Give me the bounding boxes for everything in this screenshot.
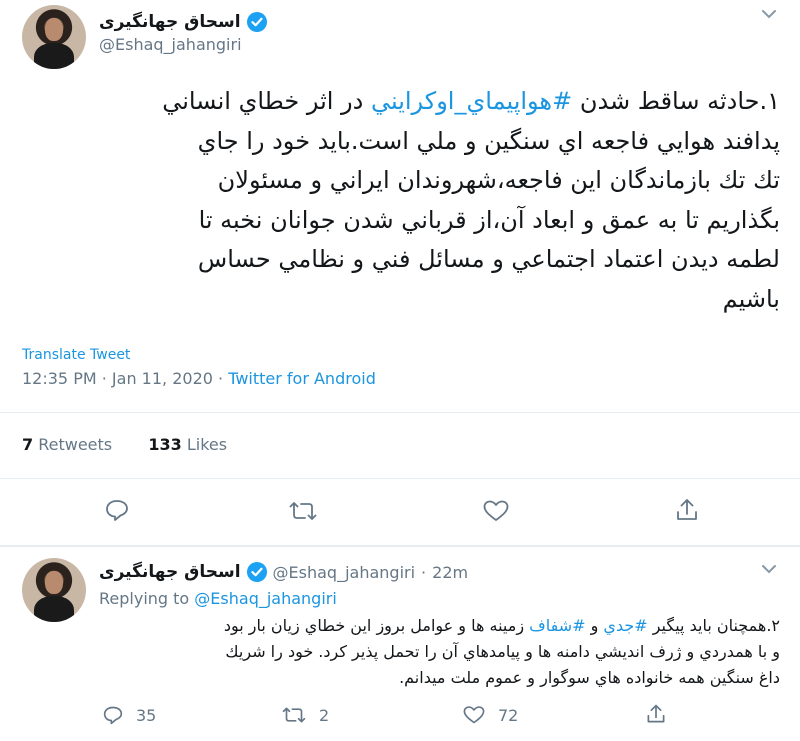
retweet-icon <box>281 705 307 725</box>
share-icon[interactable] <box>645 703 667 725</box>
author-name[interactable]: اسحاق جهانگیری <box>99 12 241 32</box>
reply-author-name[interactable]: اسحاق جهانگیری <box>99 562 241 582</box>
tweet-date[interactable]: Jan 11, 2020 <box>112 369 213 388</box>
reply-line: و با همدردي و ژرف انديشي دامنه ها و پيام… <box>225 642 780 661</box>
like-count: 72 <box>498 705 519 725</box>
divider <box>0 545 800 547</box>
engagement-stats: 7 Retweets 133 Likes <box>22 435 227 454</box>
share-icon[interactable] <box>674 497 700 523</box>
likes-count: 133 <box>148 435 182 454</box>
tweet-line: لطمه ديدن اعتماد اجتماعي و مسائل فني و ن… <box>197 245 780 273</box>
tweet-text: ۱.حادثه ساقط شدن #هواپيماي_اوكرايني در ا… <box>22 82 780 319</box>
tweet-source-link[interactable]: Twitter for Android <box>228 369 376 388</box>
reply-header: اسحاق جهانگیری @Eshaq_jahangiri · 22m <box>99 560 468 584</box>
tweet-text-segment: در اثر خطاي انساني <box>162 87 371 115</box>
replying-to: Replying to @Eshaq_jahangiri <box>99 589 337 608</box>
reply-count: 35 <box>136 705 157 725</box>
divider <box>0 478 800 479</box>
reply-author-avatar[interactable] <box>22 558 86 622</box>
chevron-down-icon[interactable] <box>760 8 778 20</box>
reply-text-segment: ۲.همچنان بايد پيگير <box>647 616 780 635</box>
tweet-line: باشيم <box>722 284 780 313</box>
reply-line: ۲.همچنان بايد پيگير #جدي و #شفاف زمينه ه… <box>99 613 780 639</box>
like-icon <box>462 705 486 725</box>
reply-action[interactable]: 35 <box>102 705 156 725</box>
reply-text-segment: زمينه ها و عوامل بروز اين خطاي زيان بار … <box>223 616 530 635</box>
avatar-face <box>45 17 63 41</box>
hashtag-link[interactable]: #شفاف <box>529 616 585 635</box>
tweet-line: ۱.حادثه ساقط شدن #هواپيماي_اوكرايني در ا… <box>22 82 780 122</box>
likes-label: Likes <box>186 435 228 454</box>
retweets-count: 7 <box>22 435 34 454</box>
translate-tweet-link[interactable]: Translate Tweet <box>22 347 130 363</box>
hashtag-link[interactable]: #جدي <box>603 616 647 635</box>
verified-badge-icon <box>246 12 267 32</box>
reply-text-segment: و <box>585 616 604 635</box>
retweet-icon[interactable] <box>288 499 318 523</box>
replying-to-handle[interactable]: @Eshaq_jahangiri <box>194 589 337 608</box>
replying-to-label: Replying to <box>99 589 190 608</box>
tweet-meta: 12:35 PM · Jan 11, 2020 · Twitter for An… <box>22 369 376 388</box>
retweet-count: 2 <box>319 705 330 725</box>
author-avatar[interactable] <box>22 5 86 69</box>
reply-text: ۲.همچنان بايد پيگير #جدي و #شفاف زمينه ه… <box>99 613 780 691</box>
chevron-down-icon[interactable] <box>760 563 778 575</box>
tweet-text-segment: ۱.حادثه ساقط شدن <box>572 87 780 115</box>
like-icon[interactable] <box>482 499 510 523</box>
author-handle[interactable]: @Eshaq_jahangiri <box>99 35 242 54</box>
meta-separator: · <box>421 562 427 582</box>
tweet-time[interactable]: 12:35 PM <box>22 369 97 388</box>
verified-badge-icon <box>246 562 267 582</box>
tweet-line: بگذاريم تا به عمق و ابعاد آن،از قرباني ش… <box>198 205 780 234</box>
avatar-body <box>33 596 75 622</box>
retweets-stat[interactable]: 7 Retweets <box>22 435 112 454</box>
reply-time[interactable]: 22m <box>432 563 468 582</box>
avatar-body <box>33 43 75 69</box>
likes-stat[interactable]: 133 Likes <box>148 435 227 454</box>
tweet-line: پدافند هوايي فاجعه اي سنگين و ملي است.با… <box>197 126 780 155</box>
reply-author-handle[interactable]: @Eshaq_jahangiri <box>273 563 416 582</box>
retweet-action[interactable]: 2 <box>281 705 329 725</box>
divider <box>0 412 800 413</box>
hashtag-link[interactable]: #هواپيماي_اوكرايني <box>371 87 572 115</box>
tweet-line: تك تك بازماندگان اين فاجعه،شهروندان ايرا… <box>217 166 780 194</box>
reply-line: داغ سنگين همه خانواده هاي سوگوار و عموم … <box>399 668 780 687</box>
retweets-label: Retweets <box>38 435 113 454</box>
avatar-face <box>45 570 63 594</box>
reply-icon[interactable] <box>104 498 130 522</box>
reply-icon <box>102 705 124 725</box>
meta-separator: · <box>218 369 229 388</box>
meta-separator: · <box>101 369 112 388</box>
author-name-row: اسحاق جهانگیری <box>99 10 267 34</box>
like-action[interactable]: 72 <box>462 705 518 725</box>
